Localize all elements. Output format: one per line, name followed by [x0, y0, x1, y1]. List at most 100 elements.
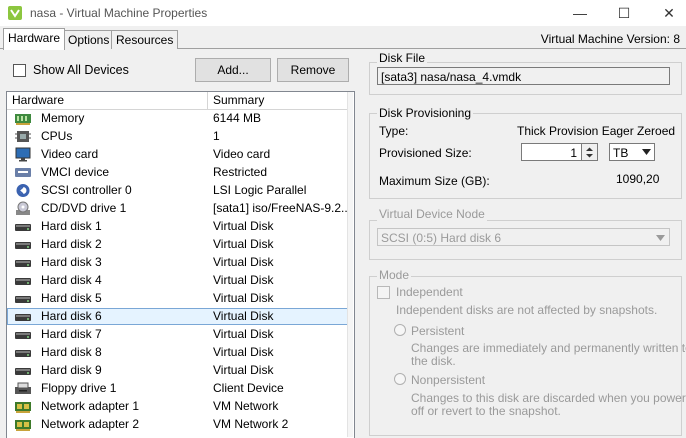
- device-name: Network adapter 1: [41, 399, 140, 413]
- list-item[interactable]: Video card Video card: [7, 146, 348, 163]
- hard-disk-icon: [15, 314, 31, 321]
- list-item[interactable]: Hard disk 4 Virtual Disk: [7, 272, 348, 289]
- chevron-down-icon: [656, 235, 665, 241]
- maximize-button[interactable]: ☐: [614, 4, 634, 22]
- list-item[interactable]: Floppy drive 1 Client Device: [7, 380, 348, 397]
- size-unit-value: TB: [613, 146, 629, 160]
- list-item[interactable]: CD/DVD drive 1 [sata1] iso/FreeNAS-9.2...: [7, 200, 348, 217]
- list-item[interactable]: Hard disk 7 Virtual Disk: [7, 326, 348, 343]
- device-summary: [sata1] iso/FreeNAS-9.2...: [213, 201, 348, 215]
- device-name: VMCI device: [41, 165, 110, 179]
- device-name: Hard disk 5: [41, 291, 102, 305]
- hard-disk-icon: [15, 368, 31, 375]
- spinner-arrows-icon: [586, 147, 593, 158]
- hard-disk-icon: [15, 224, 31, 231]
- list-item[interactable]: Network adapter 2 VM Network 2: [7, 416, 348, 433]
- memory-icon: [15, 114, 31, 125]
- independent-checkbox[interactable]: [377, 286, 390, 299]
- device-name: Hard disk 7: [41, 327, 102, 341]
- device-name: Hard disk 6: [41, 309, 102, 323]
- device-summary: LSI Logic Parallel: [213, 183, 307, 197]
- monitor-icon: [15, 147, 31, 162]
- device-name: CPUs: [41, 129, 73, 143]
- list-item[interactable]: Hard disk 6 Virtual Disk: [7, 308, 348, 325]
- device-summary: 1: [213, 129, 220, 143]
- device-summary: Virtual Disk: [213, 345, 274, 359]
- window-title: nasa - Virtual Machine Properties: [30, 6, 208, 20]
- independent-description: Independent disks are not affected by sn…: [396, 303, 658, 317]
- device-name: Hard disk 9: [41, 363, 102, 377]
- device-name: Video card: [41, 147, 99, 161]
- tab-resources[interactable]: Resources: [111, 30, 179, 49]
- size-spinner[interactable]: [582, 143, 598, 161]
- device-name: Hard disk 8: [41, 345, 102, 359]
- list-item[interactable]: Hard disk 3 Virtual Disk: [7, 254, 348, 271]
- list-header: Hardware Summary: [7, 92, 348, 110]
- tab-hardware[interactable]: Hardware: [3, 28, 66, 50]
- device-name: Memory: [41, 111, 85, 125]
- max-size-label: Maximum Size (GB):: [379, 174, 490, 188]
- device-summary: Virtual Disk: [213, 255, 274, 269]
- list-item[interactable]: Hard disk 9 Virtual Disk: [7, 362, 348, 379]
- device-name: Hard disk 4: [41, 273, 102, 287]
- device-summary: Restricted: [213, 165, 268, 179]
- virtual-device-node-title: Virtual Device Node: [377, 207, 487, 221]
- disk-file-path-field[interactable]: [sata3] nasa/nasa_4.vmdk: [377, 67, 670, 85]
- type-label: Type:: [379, 124, 409, 138]
- list-item[interactable]: Memory 6144 MB: [7, 110, 348, 127]
- vm-version-label: Virtual Machine Version: 8: [540, 32, 680, 46]
- nonpersistent-label: Nonpersistent: [411, 373, 486, 387]
- list-item[interactable]: Hard disk 5 Virtual Disk: [7, 290, 348, 307]
- virtual-device-node-value: SCSI (0:5) Hard disk 6: [381, 231, 502, 245]
- list-item[interactable]: VMCI device Restricted: [7, 164, 348, 181]
- device-summary: VM Network: [213, 399, 279, 413]
- floppy-icon: [15, 382, 31, 394]
- device-name: Hard disk 1: [41, 219, 102, 233]
- hard-disk-icon: [15, 278, 31, 285]
- disk-file-title: Disk File: [377, 51, 428, 65]
- provisioned-size-label: Provisioned Size:: [379, 146, 472, 160]
- nonpersistent-description-line-1: Changes to this disk are discarded when …: [411, 391, 686, 405]
- remove-device-button[interactable]: Remove: [277, 58, 349, 82]
- list-item[interactable]: Hard disk 1 Virtual Disk: [7, 218, 348, 235]
- column-header-hardware[interactable]: Hardware: [7, 92, 208, 109]
- list-scrollbar[interactable]: [347, 92, 353, 437]
- persistent-radio[interactable]: [394, 324, 406, 336]
- close-button[interactable]: ✕: [659, 4, 679, 22]
- list-item[interactable]: CPUs 1: [7, 128, 348, 145]
- hard-disk-icon: [15, 242, 31, 249]
- device-summary: VM Network 2: [213, 417, 289, 431]
- size-unit-select[interactable]: TB: [609, 143, 655, 161]
- list-item[interactable]: Hard disk 2 Virtual Disk: [7, 236, 348, 253]
- hard-disk-icon: [15, 332, 31, 339]
- device-name: Floppy drive 1: [41, 381, 117, 395]
- type-value: Thick Provision Eager Zeroed: [517, 124, 676, 138]
- device-name: SCSI controller 0: [41, 183, 132, 197]
- mode-title: Mode: [377, 268, 412, 282]
- device-summary: Virtual Disk: [213, 219, 274, 233]
- persistent-label: Persistent: [411, 324, 465, 338]
- hardware-list: Hardware Summary Memory 6144 MB CPUs 1 Video…: [6, 91, 355, 438]
- hard-disk-icon: [15, 296, 31, 303]
- device-name: Hard disk 3: [41, 255, 102, 269]
- nonpersistent-radio[interactable]: [394, 373, 406, 385]
- column-header-summary[interactable]: Summary: [208, 92, 348, 109]
- device-summary: Virtual Disk: [213, 273, 274, 287]
- hard-disk-icon: [15, 350, 31, 357]
- cd-drive-icon: [16, 201, 30, 215]
- chevron-down-icon: [642, 149, 651, 155]
- minimize-button[interactable]: —: [570, 4, 590, 22]
- nonpersistent-description-line-2: off or revert to the snapshot.: [411, 404, 561, 418]
- tab-options[interactable]: Options: [63, 30, 115, 49]
- show-all-devices-label: Show All Devices: [33, 63, 129, 77]
- list-item[interactable]: Hard disk 8 Virtual Disk: [7, 344, 348, 361]
- show-all-devices-checkbox[interactable]: [13, 64, 26, 77]
- add-device-button[interactable]: Add...: [195, 58, 271, 82]
- list-item[interactable]: SCSI controller 0 LSI Logic Parallel: [7, 182, 348, 199]
- device-summary: Virtual Disk: [213, 363, 274, 377]
- provisioned-size-input[interactable]: 1: [521, 143, 582, 161]
- virtual-device-node-select[interactable]: SCSI (0:5) Hard disk 6: [377, 228, 670, 246]
- list-item[interactable]: Network adapter 1 VM Network: [7, 398, 348, 415]
- cpu-icon: [15, 131, 31, 142]
- vm-app-icon: [8, 6, 22, 20]
